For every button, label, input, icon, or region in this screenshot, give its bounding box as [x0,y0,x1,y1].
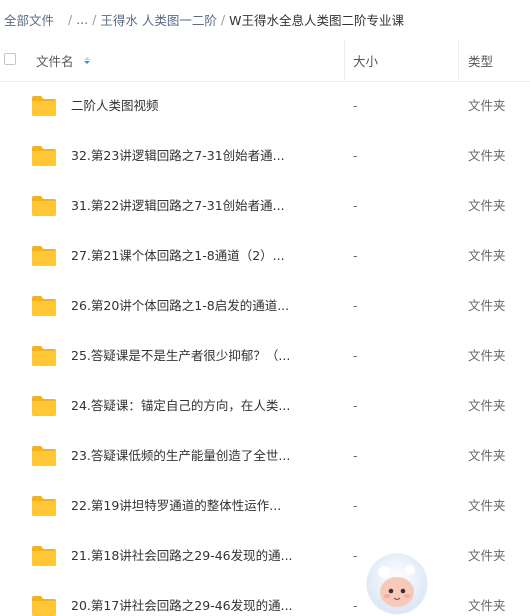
folder-icon [32,496,56,516]
folder-icon [32,246,56,266]
folder-icon [32,396,56,416]
file-size: - [353,348,358,363]
file-name[interactable]: 24.答疑课：锚定自己的方向，在人类... [71,381,290,431]
table-row[interactable]: 27.第21课个体回路之1-8通道（2）... - 文件夹 [0,231,530,281]
file-size: - [353,198,358,213]
table-row[interactable]: 二阶人类图视频 - 文件夹 [0,81,530,131]
file-size: - [353,298,358,313]
file-browser: 全部文件 / ... / 王得水 人类图一二阶 / W王得水全息人类图二阶专业课… [0,0,530,616]
sort-icon[interactable] [83,57,90,64]
column-header-size[interactable]: 大小 [353,40,378,81]
file-type: 文件夹 [468,348,506,363]
column-header-type[interactable]: 类型 [468,40,493,81]
file-name[interactable]: 27.第21课个体回路之1-8通道（2）... [71,231,285,281]
file-type: 文件夹 [468,98,506,113]
folder-icon [32,296,56,316]
folder-icon [32,546,56,566]
select-all-checkbox[interactable] [4,53,16,65]
file-type: 文件夹 [468,198,506,213]
folder-icon [32,346,56,366]
file-size: - [353,448,358,463]
folder-icon [32,96,56,116]
table-header: 文件名 大小 类型 [0,40,530,82]
file-name[interactable]: 25.答疑课是不是生产者很少抑郁？（... [71,331,290,381]
table-row[interactable]: 20.第17讲社会回路之29-46发现的通... - 文件夹 [0,581,530,616]
file-name[interactable]: 22.第19讲坦特罗通道的整体性运作... [71,481,281,531]
column-header-name-label: 文件名 [36,54,74,69]
table-row[interactable]: 23.答疑课低频的生产能量创造了全世... - 文件夹 [0,431,530,481]
file-size: - [353,498,358,513]
breadcrumb-separator: / [220,11,226,27]
file-size: - [353,98,358,113]
file-type: 文件夹 [468,448,506,463]
file-size: - [353,248,358,263]
breadcrumb-current: W王得水全息人类图二阶专业课 [229,12,404,28]
folder-icon [32,446,56,466]
file-type: 文件夹 [468,598,506,613]
breadcrumb-separator: / [68,11,73,27]
folder-icon [32,146,56,166]
file-name[interactable]: 23.答疑课低频的生产能量创造了全世... [71,431,290,481]
breadcrumb-ellipsis[interactable]: ... [76,12,88,27]
file-type: 文件夹 [468,548,506,563]
file-type: 文件夹 [468,148,506,163]
file-size: - [353,598,358,613]
column-divider[interactable] [458,40,459,81]
file-size: - [353,148,358,163]
file-type: 文件夹 [468,398,506,413]
file-list: 二阶人类图视频 - 文件夹 32.第23讲逻辑回路之7-31创始者通... - 文件夹 31… [0,81,530,616]
breadcrumb-level2[interactable]: 王得水 人类图一二阶 [100,10,216,29]
mascot-assistant-icon[interactable] [364,548,430,616]
file-name[interactable]: 21.第18讲社会回路之29-46发现的通... [71,531,293,581]
breadcrumb-separator: / [92,11,97,27]
file-name[interactable]: 31.第22讲逻辑回路之7-31创始者通... [71,181,285,231]
table-row[interactable]: 21.第18讲社会回路之29-46发现的通... - 文件夹 [0,531,530,581]
table-row[interactable]: 25.答疑课是不是生产者很少抑郁？（... - 文件夹 [0,331,530,381]
table-row[interactable]: 31.第22讲逻辑回路之7-31创始者通... - 文件夹 [0,181,530,231]
folder-icon [32,596,56,616]
column-divider[interactable] [344,40,345,81]
file-type: 文件夹 [468,498,506,513]
file-type: 文件夹 [468,298,506,313]
file-name[interactable]: 32.第23讲逻辑回路之7-31创始者通... [71,131,285,181]
file-name[interactable]: 26.第20讲个体回路之1-8启发的通道... [71,281,289,331]
table-row[interactable]: 26.第20讲个体回路之1-8启发的通道... - 文件夹 [0,281,530,331]
file-name[interactable]: 20.第17讲社会回路之29-46发现的通... [71,581,293,616]
table-row[interactable]: 24.答疑课：锚定自己的方向，在人类... - 文件夹 [0,381,530,431]
column-header-name[interactable]: 文件名 [36,40,90,81]
folder-icon [32,196,56,216]
table-row[interactable]: 32.第23讲逻辑回路之7-31创始者通... - 文件夹 [0,131,530,181]
table-row[interactable]: 22.第19讲坦特罗通道的整体性运作... - 文件夹 [0,481,530,531]
file-name[interactable]: 二阶人类图视频 [71,81,159,131]
breadcrumb: 全部文件 / ... / 王得水 人类图一二阶 / W王得水全息人类图二阶专业课 [0,0,530,38]
file-size: - [353,548,358,563]
file-size: - [353,398,358,413]
file-type: 文件夹 [468,248,506,263]
breadcrumb-root[interactable]: 全部文件 [4,10,54,29]
